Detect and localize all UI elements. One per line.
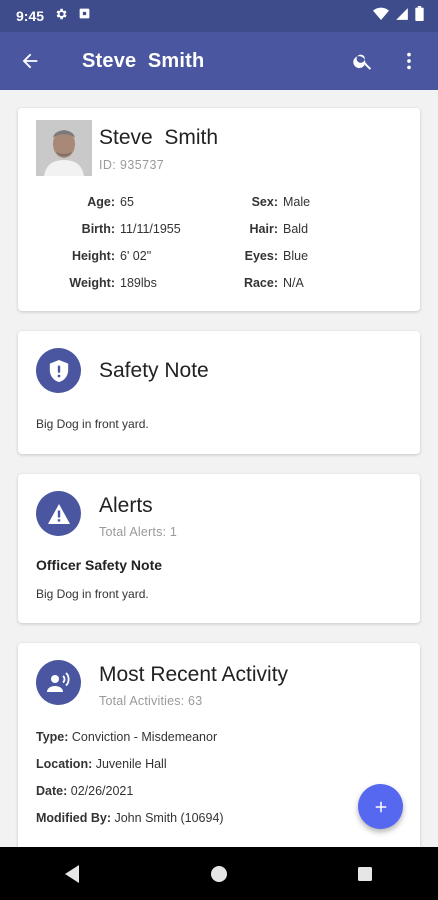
arrow-back-icon xyxy=(22,53,38,69)
app-bar: Steve Smith xyxy=(0,32,438,90)
page-title: Steve Smith xyxy=(82,49,205,72)
battery-icon xyxy=(415,6,424,26)
activity-modified-by: Modified By: John Smith (10694) xyxy=(36,811,224,825)
field-age: Age: 65 xyxy=(87,195,134,209)
more-options-button[interactable] xyxy=(386,32,432,90)
nav-back-button[interactable] xyxy=(43,847,103,900)
storage-icon xyxy=(78,7,91,25)
system-nav-bar xyxy=(0,847,438,900)
back-button[interactable] xyxy=(2,32,58,90)
warning-icon xyxy=(36,491,81,536)
alerts-title: Alerts xyxy=(99,494,153,517)
status-time: 9:45 xyxy=(16,8,45,24)
plus-icon xyxy=(375,801,386,812)
activity-date: Date: 02/26/2021 xyxy=(36,784,134,798)
speaker-icon xyxy=(36,660,81,705)
field-height: Height: 6' 02" xyxy=(71,249,152,263)
activity-title: Most Recent Activity xyxy=(99,663,289,686)
field-sex: Sex: Male xyxy=(251,195,311,209)
search-button[interactable] xyxy=(340,32,386,90)
field-weight: Weight: 189lbs xyxy=(69,276,157,290)
person-id: ID: 935737 xyxy=(99,158,165,172)
more-vert-icon xyxy=(407,52,411,70)
safety-note-card[interactable]: Safety Note Big Dog in front yard. xyxy=(18,331,420,454)
status-bar: 9:45 xyxy=(0,0,438,32)
person-name: Steve Smith xyxy=(99,126,219,149)
settings-icon xyxy=(54,7,68,26)
field-eyes: Eyes: Blue xyxy=(244,249,309,263)
add-fab-button[interactable] xyxy=(358,784,403,829)
activity-total: Total Activities: 63 xyxy=(99,694,203,708)
signal-icon xyxy=(395,7,409,26)
mugshot-photo xyxy=(36,120,92,176)
shield-icon xyxy=(36,348,81,393)
alerts-total: Total Alerts: 1 xyxy=(99,525,178,539)
nav-recents-icon xyxy=(358,866,372,881)
activity-location: Location: Juvenile Hall xyxy=(36,757,167,771)
nav-home-button[interactable] xyxy=(189,847,249,900)
alert-item-text: Big Dog in front yard. xyxy=(36,587,149,601)
activity-type: Type: Conviction - Misdemeanor xyxy=(36,730,218,744)
field-birth: Birth: 11/11/1955 xyxy=(81,222,181,236)
safety-note-title: Safety Note xyxy=(99,359,209,382)
field-race: Race: N/A xyxy=(243,276,304,290)
field-hair: Hair: Bald xyxy=(249,222,309,236)
scroll-content[interactable]: Steve Smith ID: 935737 Age: 65 Birth: 11/1… xyxy=(0,90,438,847)
profile-card: Steve Smith ID: 935737 Age: 65 Birth: 11/1… xyxy=(18,108,420,311)
search-icon xyxy=(353,54,372,70)
nav-recents-button[interactable] xyxy=(335,847,395,900)
nav-home-icon xyxy=(211,865,227,882)
alerts-card[interactable]: Alerts Total Alerts: 1 Officer Safety No… xyxy=(18,474,420,623)
nav-back-icon xyxy=(65,864,79,883)
wifi-icon xyxy=(373,7,389,26)
alert-item-title: Officer Safety Note xyxy=(36,557,163,573)
safety-note-text: Big Dog in front yard. xyxy=(36,417,149,431)
